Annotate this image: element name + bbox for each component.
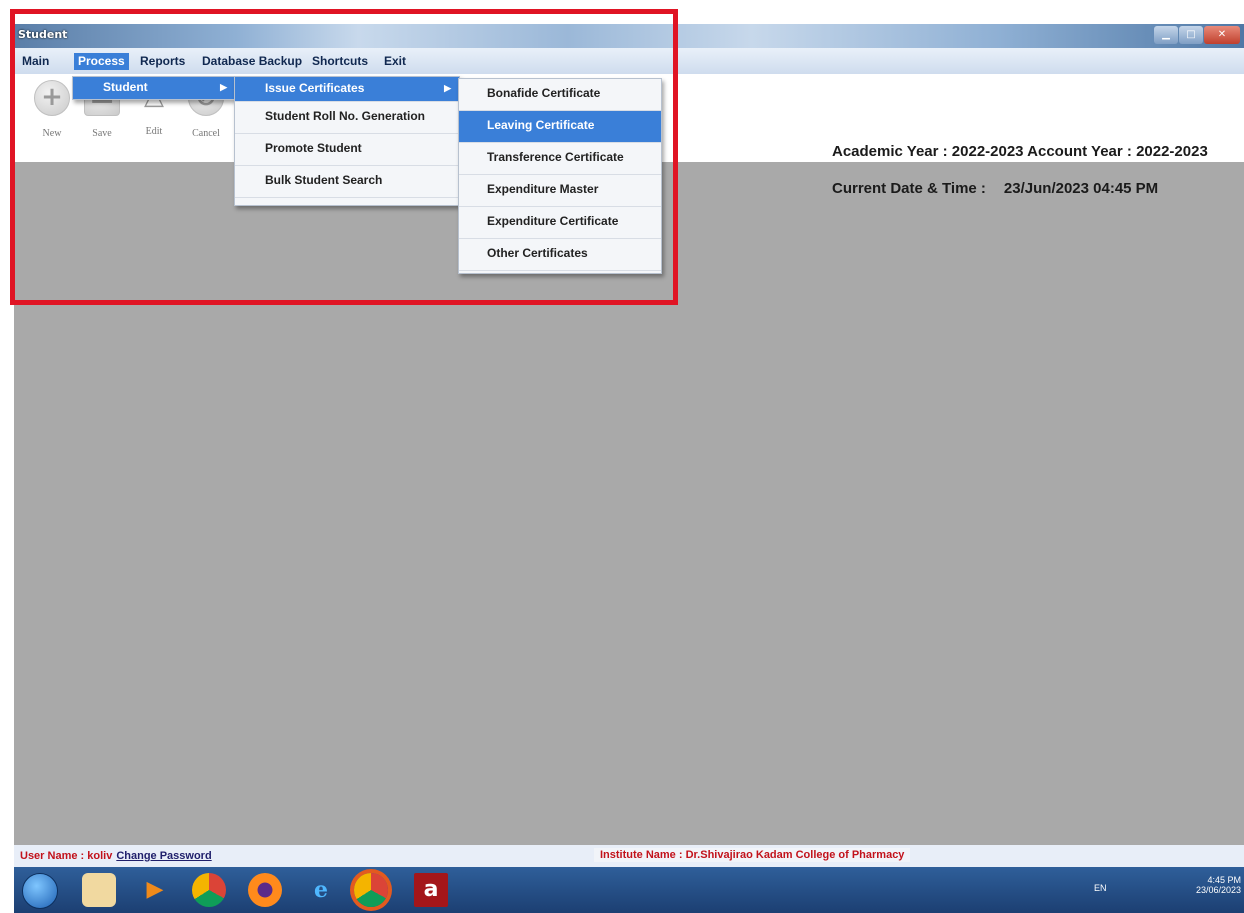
- datetime-label: Current Date & Time :: [832, 180, 986, 197]
- clock-time: 4:45 PM: [1207, 875, 1242, 885]
- academic-year-info: Academic Year : 2022-2023 Account Year :…: [832, 143, 1208, 160]
- language-indicator[interactable]: EN: [1094, 883, 1107, 893]
- current-datetime: Current Date & Time : 23/Jun/2023 04:45 P…: [832, 180, 1158, 197]
- start-button[interactable]: [22, 873, 58, 909]
- status-bar: User Name : koliv Change Password Institu…: [14, 845, 1244, 867]
- clock[interactable]: 4:45 PM 23/06/2023: [1196, 875, 1241, 895]
- app-a-icon[interactable]: a: [414, 873, 448, 907]
- minimize-button[interactable]: ▁: [1154, 26, 1178, 44]
- explorer-icon[interactable]: [82, 873, 116, 907]
- internet-explorer-icon[interactable]: e: [304, 873, 338, 907]
- datetime-value: 23/Jun/2023 04:45 PM: [1003, 180, 1159, 197]
- institute-name: Institute Name : Dr.Shivajirao Kadam Col…: [594, 848, 911, 862]
- change-password-link[interactable]: Change Password: [116, 850, 211, 862]
- media-player-icon[interactable]: ▶: [138, 873, 172, 907]
- status-user: User Name : koliv Change Password: [20, 850, 212, 862]
- maximize-button[interactable]: □: [1179, 26, 1203, 44]
- highlight-box: [10, 9, 678, 305]
- user-name: User Name : koliv: [20, 850, 113, 862]
- chrome-icon[interactable]: [354, 873, 388, 907]
- clock-date: 23/06/2023: [1196, 885, 1242, 895]
- close-button[interactable]: ✕: [1204, 26, 1240, 44]
- chrome-icon[interactable]: [192, 873, 226, 907]
- taskbar: ▶ e a EN 4:45 PM 23/06/2023: [14, 867, 1244, 913]
- firefox-icon[interactable]: [248, 873, 282, 907]
